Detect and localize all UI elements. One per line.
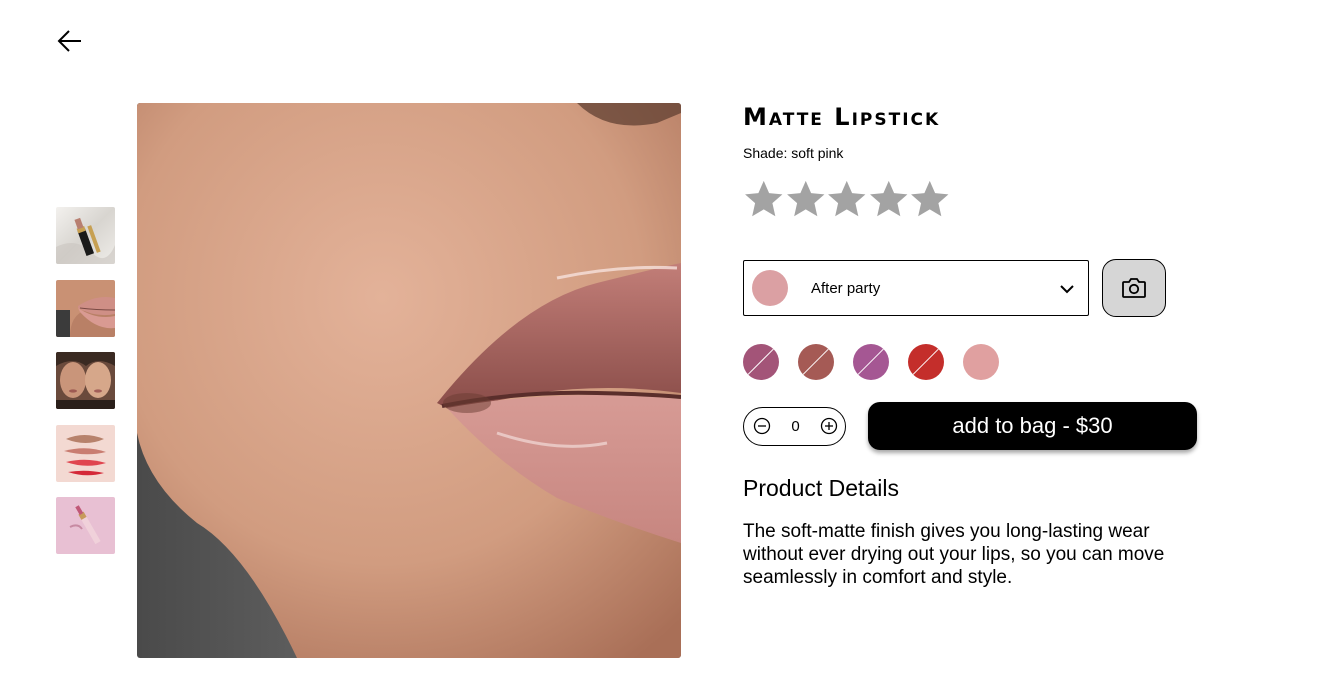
quantity-value[interactable]: 0	[791, 418, 799, 435]
add-to-bag-button[interactable]: add to bag - $30	[868, 402, 1197, 450]
minus-circle-icon[interactable]	[753, 417, 771, 435]
shade-dropdown[interactable]: After party	[743, 260, 1089, 316]
product-page: Matte Lipstick Shade: soft pink After pa…	[0, 0, 1328, 700]
star-icon[interactable]	[909, 177, 951, 221]
thumbnail-list	[56, 207, 116, 570]
shade-swatch[interactable]	[963, 344, 999, 380]
shade-prefix: Shade:	[743, 145, 792, 161]
star-icon[interactable]	[785, 177, 827, 221]
rating-stars[interactable]	[743, 177, 1223, 223]
shade-swatch[interactable]	[743, 344, 779, 380]
back-button[interactable]	[54, 26, 84, 56]
shade-line: Shade: soft pink	[743, 145, 1223, 165]
product-details-heading: Product Details	[743, 475, 899, 501]
main-product-image	[137, 103, 681, 658]
quantity-stepper: 0	[743, 406, 846, 446]
product-title: Matte Lipstick	[743, 103, 941, 131]
arrow-left-icon	[57, 30, 81, 52]
unavailable-slash	[910, 345, 942, 378]
unavailable-slash	[800, 345, 832, 378]
product-details-text: The soft-matte finish gives you long-las…	[743, 521, 1165, 588]
thumbnail-lips-closeup[interactable]	[56, 279, 115, 337]
product-info: Matte Lipstick Shade: soft pink After pa…	[743, 100, 1223, 588]
star-icon[interactable]	[826, 177, 868, 221]
shade-value: soft pink	[791, 145, 844, 161]
plus-circle-icon[interactable]	[820, 417, 838, 435]
shade-swatch[interactable]	[798, 344, 834, 380]
star-icon[interactable]	[743, 177, 785, 221]
chevron-down-icon	[1060, 285, 1074, 294]
shade-swatches	[743, 344, 999, 380]
thumbnail-models[interactable]	[56, 352, 115, 409]
unavailable-slash	[745, 345, 777, 378]
shade-selector-row: After party	[743, 259, 1166, 317]
unavailable-slash	[855, 345, 887, 378]
thumbnail-swatch-smears[interactable]	[56, 424, 115, 482]
selected-shade-dot	[752, 270, 788, 306]
try-on-camera-button[interactable]	[1102, 259, 1166, 317]
thumbnail-lipstick-bullet[interactable]	[56, 207, 115, 264]
camera-icon	[1122, 278, 1146, 298]
star-icon[interactable]	[868, 177, 910, 221]
purchase-row: 0 add to bag - $30	[743, 402, 1197, 450]
shade-swatch[interactable]	[908, 344, 944, 380]
shade-swatch[interactable]	[853, 344, 889, 380]
shade-dropdown-label: After party	[811, 279, 881, 297]
thumbnail-lipstick-on-pink[interactable]	[56, 497, 115, 554]
